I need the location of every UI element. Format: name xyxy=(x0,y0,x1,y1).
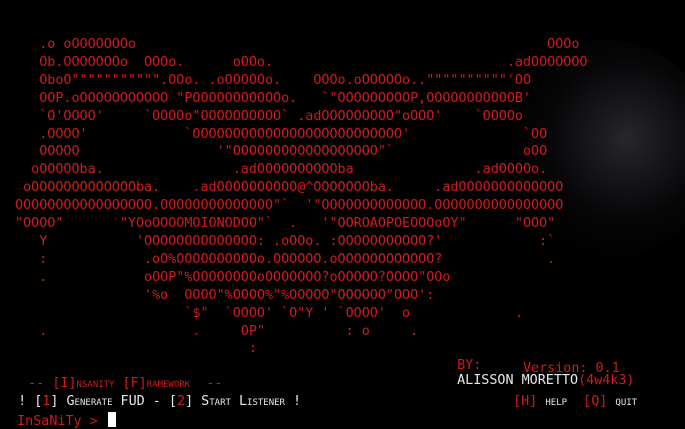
author-prefix: BY: xyxy=(457,358,482,373)
help-quit-menu: [H] help [Q] quit xyxy=(497,379,637,409)
cursor-block[interactable] xyxy=(107,412,116,427)
quit-key[interactable]: [Q] xyxy=(583,394,607,409)
version-label: Version: 0.1 xyxy=(523,361,620,376)
menu-key-listener[interactable]: 2 xyxy=(177,394,185,409)
menu-item-start-listener[interactable]: ] Start Listener ! xyxy=(185,394,301,409)
ascii-art-banner: .o oOOOOOOOo OOOo Ob.OOOOOOOo OOOo. oOOo… xyxy=(15,37,588,357)
prompt-text: InSaNiTy > xyxy=(17,414,106,429)
help-key[interactable]: [H] xyxy=(513,394,537,409)
quit-label[interactable]: quit xyxy=(607,394,637,409)
command-prompt[interactable]: InSaNiTy > xyxy=(1,397,116,429)
help-label[interactable]: help xyxy=(537,394,583,409)
